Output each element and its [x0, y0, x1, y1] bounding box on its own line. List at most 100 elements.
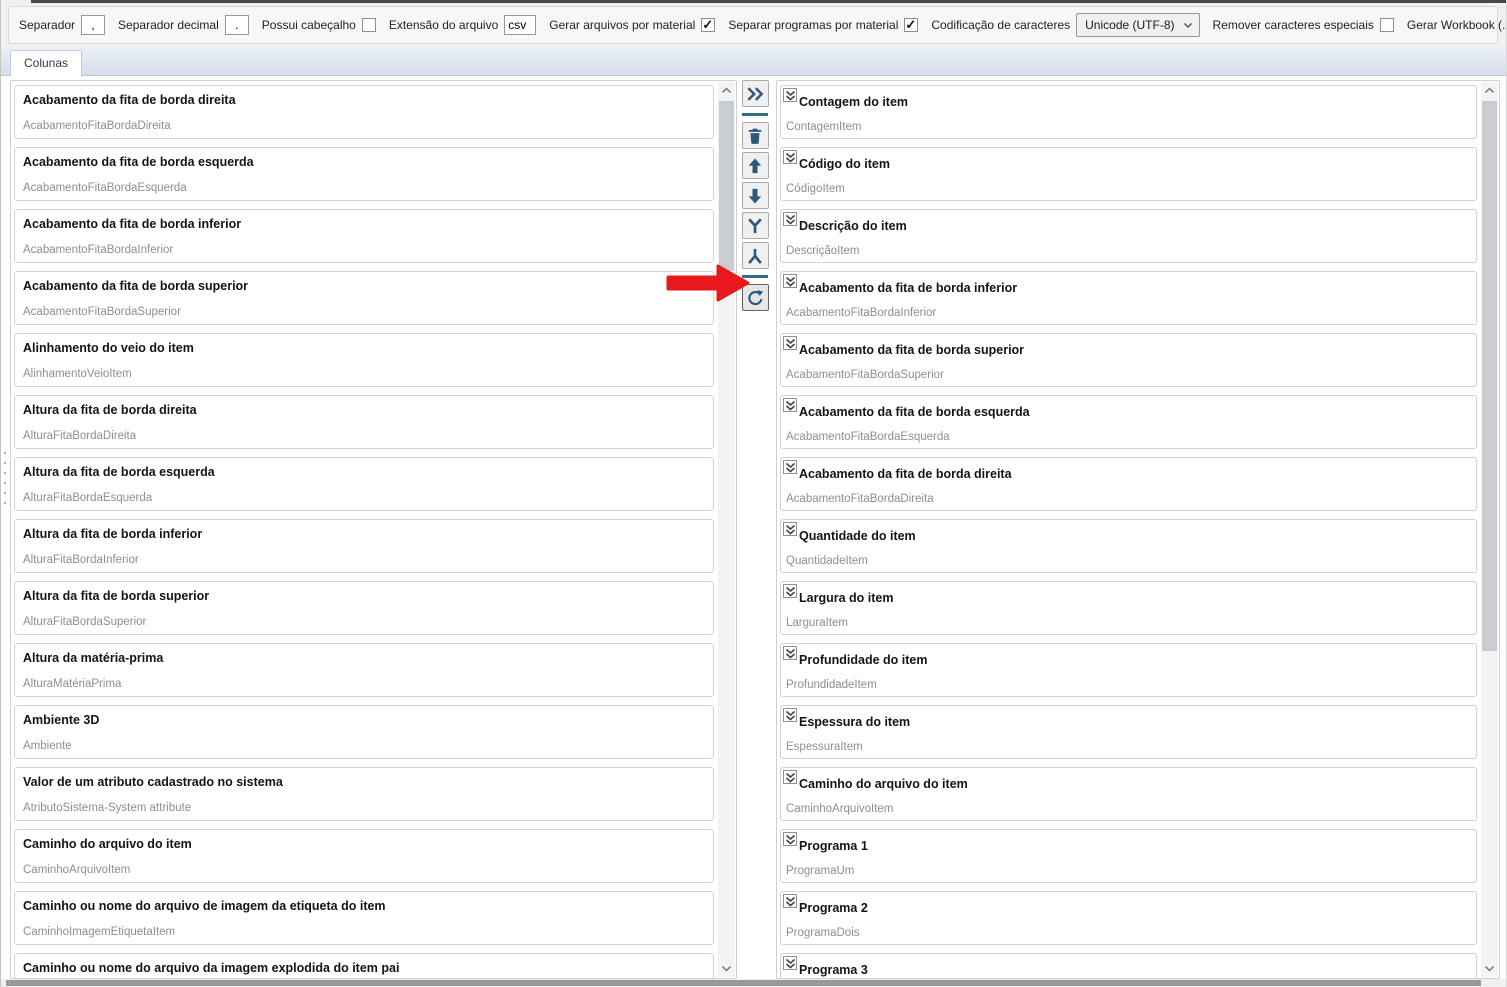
selected-column-item[interactable]: Espessura do item EspessuraItem [780, 705, 1477, 759]
selected-column-item[interactable]: Caminho do arquivo do item CaminhoArquiv… [780, 767, 1477, 821]
decimal-separator-input[interactable] [224, 15, 249, 35]
selected-column-item[interactable]: Profundidade do item ProfundidadeItem [780, 643, 1477, 697]
scrollbar-thumb[interactable] [6, 980, 1481, 986]
selected-column-item[interactable]: Código do item CódigoItem [780, 147, 1477, 201]
selected-column-item[interactable]: Quantidade do item QuantidadeItem [780, 519, 1477, 573]
selected-columns-scrollbar[interactable] [1481, 82, 1498, 977]
column-code: AcabamentoFitaBordaInferior [786, 307, 937, 319]
move-all-button[interactable] [741, 80, 769, 107]
double-chevron-down-checkbox-icon[interactable] [783, 460, 797, 474]
merge-button[interactable] [741, 212, 769, 239]
scroll-down-icon[interactable] [718, 960, 735, 977]
double-chevron-down-checkbox-icon[interactable] [783, 832, 797, 846]
top-region: Separador Separador decimal Possui cabeç… [0, 0, 1507, 77]
double-chevron-down-checkbox-icon[interactable] [783, 522, 797, 536]
double-chevron-down-checkbox-icon[interactable] [783, 894, 797, 908]
selected-column-item[interactable]: Acabamento da fita de borda direita Acab… [780, 457, 1477, 511]
column-code: AlturaFitaBordaSuperior [23, 616, 147, 628]
files-per-material-checkbox[interactable] [701, 17, 716, 33]
available-column-item[interactable]: Altura da fita de borda direita AlturaFi… [14, 395, 714, 449]
separator-input[interactable] [81, 15, 106, 35]
available-column-item[interactable]: Caminho do arquivo do item CaminhoArquiv… [14, 829, 714, 883]
has-header-label: Possui cabeçalho [261, 18, 356, 32]
double-chevron-down-checkbox-icon[interactable] [783, 708, 797, 722]
scroll-down-icon[interactable] [1481, 960, 1498, 977]
selected-column-item[interactable]: Programa 2 ProgramaDois [780, 891, 1477, 945]
available-column-item[interactable]: Caminho ou nome do arquivo de imagem da … [14, 891, 714, 945]
workbook-label: Gerar Workbook (.xlsx) [1406, 18, 1507, 32]
selected-column-item[interactable]: Contagem do item ContagemItem [780, 85, 1477, 139]
encoding-dropdown[interactable]: Unicode (UTF-8) [1076, 13, 1200, 37]
column-code: AlturaFitaBordaEsquerda [23, 492, 153, 504]
double-chevron-down-checkbox-icon[interactable] [783, 336, 797, 350]
double-chevron-right-icon [745, 84, 765, 104]
scroll-up-icon[interactable] [718, 82, 735, 99]
available-column-item[interactable]: Valor de um atributo cadastrado no siste… [14, 767, 714, 821]
double-chevron-down-checkbox-icon[interactable] [783, 398, 797, 412]
available-columns-scrollbar[interactable] [718, 82, 735, 977]
scrollbar-thumb[interactable] [1482, 101, 1497, 651]
move-down-button[interactable] [741, 182, 769, 209]
available-column-item[interactable]: Caminho ou nome do arquivo da imagem exp… [14, 953, 714, 978]
circular-arrow-icon [745, 288, 765, 308]
move-up-button[interactable] [741, 152, 769, 179]
column-title: Caminho do arquivo do item [799, 777, 968, 791]
available-column-item[interactable]: Acabamento da fita de borda inferior Aca… [14, 209, 714, 263]
splitter-grip[interactable] [2, 452, 8, 504]
delete-button[interactable] [741, 122, 769, 149]
column-title: Acabamento da fita de borda superior [23, 279, 249, 293]
available-column-item[interactable]: Altura da matéria-prima AlturaMatériaPri… [14, 643, 714, 697]
selected-column-item[interactable]: Largura do item LarguraItem [780, 581, 1477, 635]
column-title: Caminho ou nome do arquivo da imagem exp… [23, 961, 400, 975]
column-code: CaminhoArquivoItem [23, 864, 131, 876]
column-title: Ambiente 3D [23, 713, 100, 727]
merge-y-icon [745, 216, 765, 236]
selected-column-item[interactable]: Acabamento da fita de borda esquerda Aca… [780, 395, 1477, 449]
file-extension-label: Extensão do arquivo [388, 18, 499, 32]
file-extension-input[interactable] [504, 15, 537, 35]
column-title: Profundidade do item [799, 653, 928, 667]
decimal-separator-group: Separador decimal [118, 15, 249, 35]
selected-column-item[interactable]: Acabamento da fita de borda superior Aca… [780, 333, 1477, 387]
double-chevron-down-checkbox-icon[interactable] [783, 88, 797, 102]
double-chevron-down-checkbox-icon[interactable] [783, 956, 797, 970]
remove-special-checkbox[interactable] [1379, 18, 1394, 32]
tab-colunas[interactable]: Colunas [10, 50, 83, 77]
column-title: Descrição do item [799, 219, 907, 233]
available-column-item[interactable]: Altura da fita de borda esquerda AlturaF… [14, 457, 714, 511]
has-header-checkbox[interactable] [361, 18, 376, 32]
tab-strip: Colunas [0, 48, 1507, 77]
double-chevron-down-checkbox-icon[interactable] [783, 584, 797, 598]
available-column-item[interactable]: Acabamento da fita de borda esquerda Aca… [14, 147, 714, 201]
horizontal-scrollbar[interactable] [0, 979, 1507, 987]
column-title: Acabamento da fita de borda inferior [23, 217, 242, 231]
refresh-button[interactable] [741, 284, 769, 311]
column-title: Altura da matéria-prima [23, 651, 164, 665]
available-column-item[interactable]: Acabamento da fita de borda direita Acab… [14, 85, 714, 139]
available-column-item[interactable]: Ambiente 3D Ambiente [14, 705, 714, 759]
selected-column-item[interactable]: Descrição do item DescriçãoItem [780, 209, 1477, 263]
double-chevron-down-checkbox-icon[interactable] [783, 770, 797, 784]
separator-label: Separador [19, 18, 76, 32]
column-code: ContagemItem [786, 121, 862, 133]
column-code: AcabamentoFitaBordaEsquerda [786, 431, 950, 443]
double-chevron-down-checkbox-icon[interactable] [783, 274, 797, 288]
selected-column-item[interactable]: Programa 1 ProgramaUm [780, 829, 1477, 883]
available-column-item[interactable]: Altura da fita de borda inferior AlturaF… [14, 519, 714, 573]
double-chevron-down-checkbox-icon[interactable] [783, 212, 797, 226]
column-title: Largura do item [799, 591, 894, 605]
double-chevron-down-checkbox-icon[interactable] [783, 150, 797, 164]
available-column-item[interactable]: Altura da fita de borda superior AlturaF… [14, 581, 714, 635]
column-title: Acabamento da fita de borda inferior [799, 281, 1018, 295]
double-chevron-down-checkbox-icon[interactable] [783, 646, 797, 660]
selected-column-item[interactable]: Programa 3 [780, 953, 1477, 978]
scrollbar-thumb[interactable] [719, 101, 734, 271]
selected-column-item[interactable]: Acabamento da fita de borda inferior Aca… [780, 271, 1477, 325]
column-code: AlturaMatériaPrima [23, 678, 122, 690]
split-button[interactable] [741, 242, 769, 269]
scroll-up-icon[interactable] [1481, 82, 1498, 99]
available-column-item[interactable]: Alinhamento do veio do item AlinhamentoV… [14, 333, 714, 387]
split-programs-checkbox[interactable] [904, 17, 919, 33]
column-code: ProgramaDois [786, 927, 860, 939]
available-column-item[interactable]: Acabamento da fita de borda superior Aca… [14, 271, 714, 325]
